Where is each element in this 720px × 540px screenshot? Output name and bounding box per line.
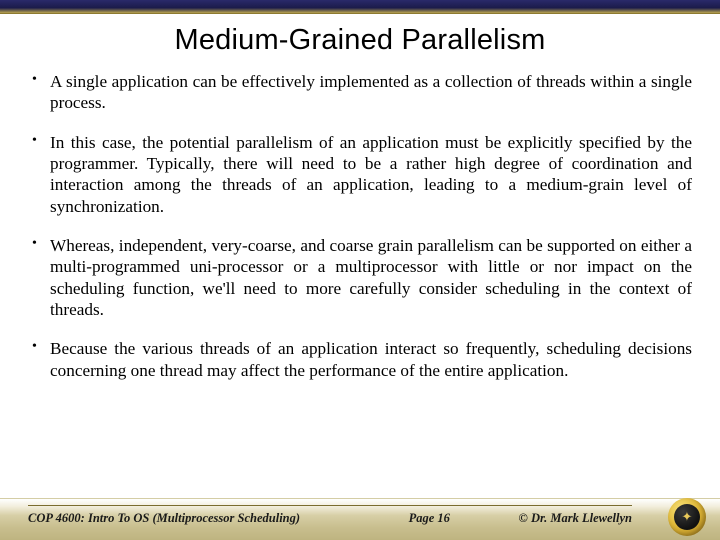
list-item: A single application can be effectively … [28, 71, 692, 114]
footer-text-row: COP 4600: Intro To OS (Multiprocessor Sc… [28, 511, 632, 526]
list-item: In this case, the potential parallelism … [28, 132, 692, 217]
top-accent-bar [0, 0, 720, 14]
bullet-list: A single application can be effectively … [28, 71, 692, 381]
footer-background: COP 4600: Intro To OS (Multiprocessor Sc… [0, 498, 720, 540]
footer-divider [28, 505, 632, 506]
page-number: Page 16 [300, 511, 518, 526]
ucf-logo-icon: ✦ [668, 498, 706, 536]
footer: COP 4600: Intro To OS (Multiprocessor Sc… [0, 498, 720, 540]
list-item: Because the various threads of an applic… [28, 338, 692, 381]
course-label: COP 4600: Intro To OS (Multiprocessor Sc… [28, 511, 300, 526]
slide-body: Medium-Grained Parallelism A single appl… [0, 14, 720, 381]
author-credit: © Dr. Mark Llewellyn [518, 511, 632, 526]
list-item: Whereas, independent, very-coarse, and c… [28, 235, 692, 320]
slide-title: Medium-Grained Parallelism [28, 24, 692, 57]
